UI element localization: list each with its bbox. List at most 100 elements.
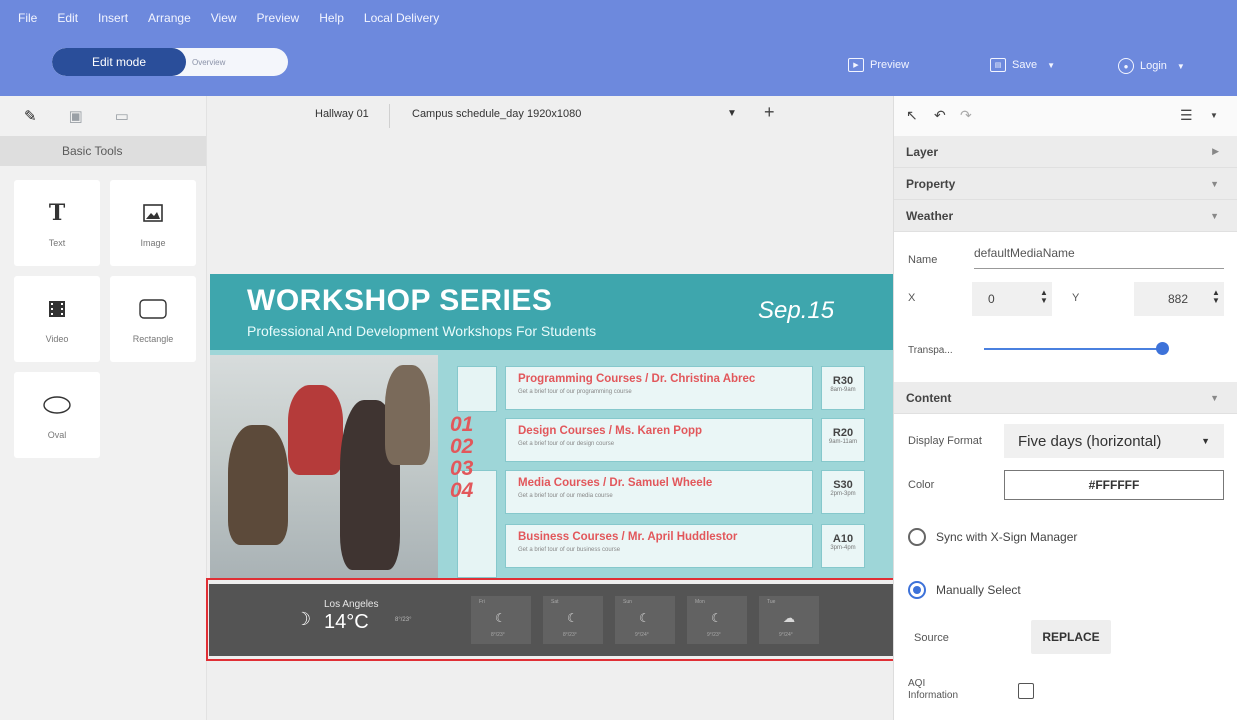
app-header: File Edit Insert Arrange View Preview He… xyxy=(0,0,1237,96)
course-title: Design Courses / Ms. Karen Popp xyxy=(518,425,703,437)
text-tool[interactable]: T Text xyxy=(14,180,100,266)
y-label: Y xyxy=(1072,292,1080,304)
transparency-slider-handle[interactable] xyxy=(1156,342,1169,355)
transparency-slider[interactable] xyxy=(984,348,1160,350)
manual-select-radio[interactable] xyxy=(908,581,926,599)
course-desc: Get a brief tour of our business course xyxy=(518,547,621,553)
person-figure xyxy=(385,365,430,465)
sync-radio[interactable] xyxy=(908,528,926,546)
weather-section[interactable]: Weather ▼ xyxy=(894,200,1237,232)
undo-icon[interactable]: ↶ xyxy=(934,107,946,124)
room-number: R30 xyxy=(832,375,854,387)
redo-icon[interactable]: ↷ xyxy=(960,107,972,124)
layout-icon[interactable]: ▭ xyxy=(115,107,129,125)
course-row[interactable]: Programming Courses / Dr. Christina Abre… xyxy=(505,366,813,410)
selection-outline xyxy=(206,578,898,661)
poster-subtitle[interactable]: Professional And Development Workshops F… xyxy=(247,323,596,339)
room-time: 8am-9am xyxy=(830,387,856,393)
image-tool[interactable]: Image xyxy=(110,180,196,266)
menu-file[interactable]: File xyxy=(18,9,37,25)
save-button[interactable]: ▤ Save ▼ xyxy=(990,58,1055,72)
video-tool[interactable]: Video xyxy=(14,276,100,362)
poster-date[interactable]: Sep.15 xyxy=(758,297,834,325)
chevron-right-icon: ▶ xyxy=(1212,146,1219,156)
x-label: X xyxy=(908,292,916,304)
edit-mode-button[interactable]: Edit mode xyxy=(52,48,186,76)
course-row[interactable]: Media Courses / Dr. Samuel Wheele Get a … xyxy=(505,470,813,514)
aqi-label: AQI xyxy=(908,678,926,689)
course-desc: Get a brief tour of our media course xyxy=(518,493,613,499)
menu-bar: File Edit Insert Arrange View Preview He… xyxy=(0,0,439,34)
course-number: 03 xyxy=(450,457,474,480)
preview-button[interactable]: ▶ Preview xyxy=(848,58,909,72)
room-time: 2pm-3pm xyxy=(830,491,856,497)
display-format-value: Five days (horizontal) xyxy=(1018,432,1162,450)
source-label: Source xyxy=(914,632,949,644)
chevron-down-icon[interactable]: ▼ xyxy=(727,108,737,119)
login-button[interactable]: ● Login ▼ xyxy=(1118,58,1185,74)
poster-canvas[interactable]: WORKSHOP SERIES Professional And Develop… xyxy=(210,274,893,578)
poster-header: WORKSHOP SERIES Professional And Develop… xyxy=(210,274,893,350)
mode-toggle: Edit mode Overview xyxy=(52,48,288,76)
text-icon: T xyxy=(48,200,66,226)
menu-local-delivery[interactable]: Local Delivery xyxy=(364,9,439,25)
course-title: Media Courses / Dr. Samuel Wheele xyxy=(518,477,713,489)
tool-label: Oval xyxy=(47,430,67,440)
display-format-select[interactable]: Five days (horizontal) ▼ xyxy=(1004,424,1224,458)
menu-preview[interactable]: Preview xyxy=(257,9,300,25)
tool-tabs: ✎ ▣ ▭ xyxy=(0,96,206,136)
display-format-label: Display Format xyxy=(908,435,982,447)
tool-label: Image xyxy=(140,238,166,248)
tab-hallway[interactable]: Hallway 01 xyxy=(315,108,369,120)
menu-help[interactable]: Help xyxy=(319,9,344,25)
poster-title[interactable]: WORKSHOP SERIES xyxy=(247,284,552,318)
oval-tool[interactable]: Oval xyxy=(14,372,100,458)
pencil-icon[interactable]: ✎ xyxy=(24,107,37,125)
chevron-down-icon: ▼ xyxy=(1210,210,1219,221)
course-row[interactable]: Design Courses / Ms. Karen Popp Get a br… xyxy=(505,418,813,462)
x-stepper-icon[interactable]: ▲ ▼ xyxy=(1040,289,1048,305)
manual-select-label[interactable]: Manually Select xyxy=(936,583,1021,597)
room-time: 3pm-4pm xyxy=(830,545,856,551)
y-input[interactable]: 882 xyxy=(1134,282,1224,316)
align-icon[interactable]: ☰ xyxy=(1180,107,1193,124)
add-tab-button[interactable]: + xyxy=(764,102,775,123)
students-photo[interactable] xyxy=(210,355,438,578)
pointer-icon[interactable]: ↖ xyxy=(906,107,918,124)
room-cell[interactable]: R30 8am-9am xyxy=(821,366,865,410)
menu-arrange[interactable]: Arrange xyxy=(148,9,191,25)
chevron-down-icon: ▼ xyxy=(1201,436,1210,446)
aqi-checkbox[interactable] xyxy=(1018,683,1034,699)
property-section[interactable]: Property ▼ xyxy=(894,168,1237,200)
menu-view[interactable]: View xyxy=(211,9,237,25)
room-number: R20 xyxy=(832,427,854,439)
chevron-down-icon[interactable]: ▼ xyxy=(1210,111,1218,120)
color-field[interactable]: #FFFFFF xyxy=(1004,470,1224,500)
y-stepper-icon[interactable]: ▲ ▼ xyxy=(1212,289,1220,305)
name-field[interactable]: defaultMediaName xyxy=(974,246,1224,269)
rectangle-tool[interactable]: Rectangle xyxy=(110,276,196,362)
room-cell[interactable]: R20 9am-11am xyxy=(821,418,865,462)
course-number: 01 xyxy=(450,413,474,436)
tools-panel: ✎ ▣ ▭ Basic Tools T Text Image Video Rec… xyxy=(0,96,207,720)
tab-divider xyxy=(389,104,390,128)
menu-insert[interactable]: Insert xyxy=(98,9,128,25)
sync-label[interactable]: Sync with X-Sign Manager xyxy=(936,530,1077,544)
content-section[interactable]: Content ▼ xyxy=(894,382,1237,414)
room-cell[interactable]: S30 2pm-3pm xyxy=(821,470,865,514)
layer-section[interactable]: Layer ▶ xyxy=(894,136,1237,168)
y-value: 882 xyxy=(1168,292,1189,306)
overview-mode-button[interactable]: Overview xyxy=(192,48,225,76)
tab-schedule-file[interactable]: Campus schedule_day 1920x1080 xyxy=(412,108,581,120)
briefcase-icon[interactable]: ▣ xyxy=(69,107,83,125)
replace-button[interactable]: REPLACE xyxy=(1031,620,1111,654)
person-figure xyxy=(288,385,343,475)
course-row[interactable]: Business Courses / Mr. April Huddlestor … xyxy=(505,524,813,568)
chevron-down-icon: ▼ xyxy=(1176,61,1185,71)
image-icon xyxy=(143,198,163,228)
user-icon: ● xyxy=(1118,58,1134,74)
menu-edit[interactable]: Edit xyxy=(57,9,78,25)
room-cell[interactable]: A10 3pm-4pm xyxy=(821,524,865,568)
course-desc: Get a brief tour of our design course xyxy=(518,441,615,447)
weather-label: Weather xyxy=(906,208,954,223)
